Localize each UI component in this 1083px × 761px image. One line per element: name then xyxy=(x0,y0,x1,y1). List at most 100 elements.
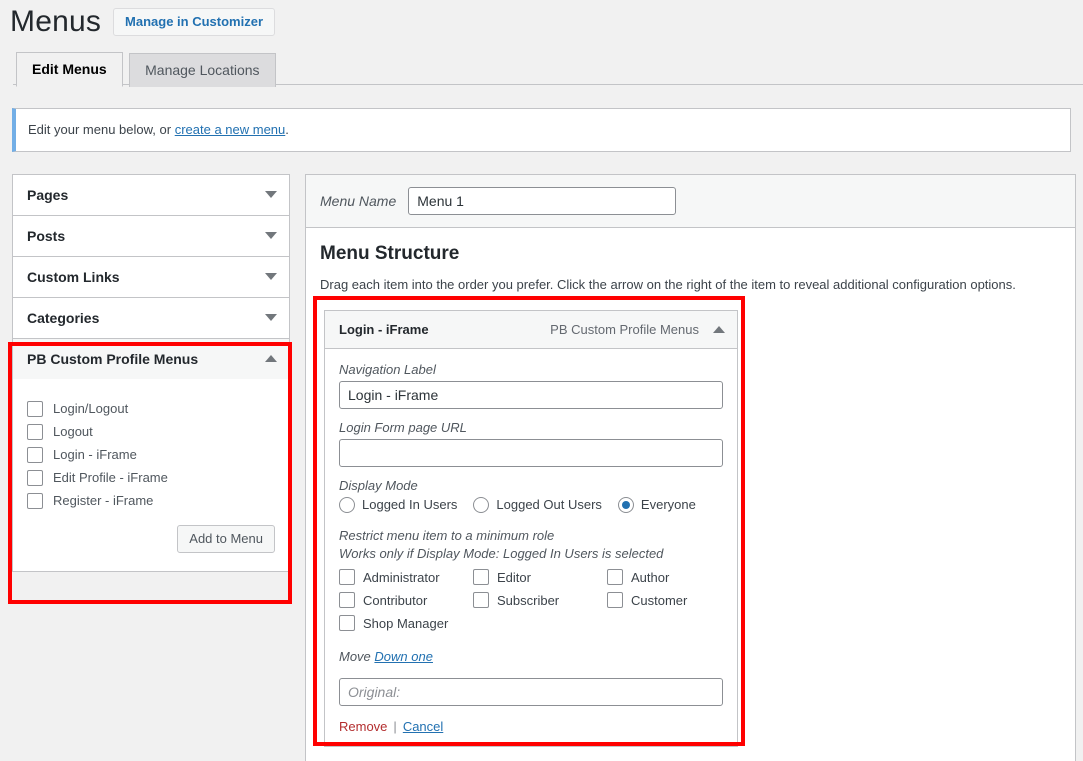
move-row: Move Down one xyxy=(339,649,723,664)
move-down-one-link[interactable]: Down one xyxy=(374,649,433,664)
display-mode-label: Display Mode xyxy=(339,477,418,493)
radio-label: Logged Out Users xyxy=(496,497,602,512)
menu-structure-title: Menu Structure xyxy=(320,242,460,264)
list-item[interactable]: Logout xyxy=(27,423,275,440)
list-item-label: Edit Profile - iFrame xyxy=(53,470,168,485)
accordion-head-pb-custom-profile-menus[interactable]: PB Custom Profile Menus xyxy=(13,338,289,379)
accordion-panel-custom-links: Custom Links xyxy=(12,255,290,297)
restrict-role-hint: Works only if Display Mode: Logged In Us… xyxy=(339,546,664,562)
edit-menu-notice: Edit your menu below, or create a new me… xyxy=(12,108,1071,152)
checkbox-author[interactable] xyxy=(607,569,623,586)
role-label: Shop Manager xyxy=(363,615,449,631)
display-mode-radio-group: Logged In Users Logged Out Users Everyon… xyxy=(339,496,723,513)
checkbox-register-iframe[interactable] xyxy=(27,492,43,509)
login-form-url-label: Login Form page URL xyxy=(339,419,467,435)
tab-edit-menus[interactable]: Edit Menus xyxy=(16,52,123,87)
list-item-label: Logout xyxy=(53,424,93,439)
original-input[interactable] xyxy=(339,678,723,707)
create-new-menu-link[interactable]: create a new menu xyxy=(175,122,286,137)
accordion-head-posts[interactable]: Posts xyxy=(13,215,289,256)
radio-logged-in-users[interactable]: Logged In Users xyxy=(339,496,458,513)
accordion-label-pb-custom-profile-menus: PB Custom Profile Menus xyxy=(27,350,199,367)
menu-name-input[interactable] xyxy=(408,186,677,215)
action-separator: | xyxy=(393,719,397,735)
list-item[interactable]: Login - iFrame xyxy=(27,446,275,463)
login-form-url-input[interactable] xyxy=(339,438,723,467)
role-label: Author xyxy=(631,569,670,585)
accordion-body-pb-custom-profile-menus: Login/Logout Logout Login - iFrame Edit … xyxy=(13,378,289,571)
list-item-label: Register - iFrame xyxy=(53,493,154,508)
checkbox-logout[interactable] xyxy=(27,423,43,440)
list-item[interactable]: Edit Profile - iFrame xyxy=(27,469,275,486)
role-author[interactable]: Author xyxy=(607,569,723,586)
role-label: Customer xyxy=(631,592,688,608)
chevron-down-icon xyxy=(265,273,277,280)
checkbox-editor[interactable] xyxy=(473,569,489,586)
radio-button-selected[interactable] xyxy=(617,496,634,513)
navigation-label-input[interactable] xyxy=(339,380,723,409)
menu-settings-column: Menu Name Menu Structure Drag each item … xyxy=(305,173,1076,761)
accordion-head-custom-links[interactable]: Custom Links xyxy=(13,256,289,297)
page-title: Menus xyxy=(10,5,102,38)
navigation-label-label: Navigation Label xyxy=(339,361,436,377)
tab-manage-locations[interactable]: Manage Locations xyxy=(129,53,276,87)
roles-checkbox-grid: Administrator Editor Author Contributor … xyxy=(339,569,723,638)
role-shop-manager[interactable]: Shop Manager xyxy=(339,615,473,632)
role-editor[interactable]: Editor xyxy=(473,569,607,586)
cancel-link[interactable]: Cancel xyxy=(403,719,443,734)
menu-name-label: Menu Name xyxy=(320,192,397,209)
role-administrator[interactable]: Administrator xyxy=(339,569,473,586)
move-label: Move xyxy=(339,649,371,665)
role-contributor[interactable]: Contributor xyxy=(339,592,473,609)
role-label: Contributor xyxy=(363,592,428,608)
chevron-down-icon xyxy=(265,314,277,321)
accordion-head-categories[interactable]: Categories xyxy=(13,297,289,338)
menu-name-bar: Menu Name xyxy=(306,174,1075,228)
menu-item-header[interactable]: Login - iFrame PB Custom Profile Menus xyxy=(325,310,737,349)
page-header: Menus Manage in Customizer xyxy=(0,0,1083,42)
accordion-label-categories: Categories xyxy=(27,309,100,326)
role-label: Administrator xyxy=(363,569,440,585)
checkbox-shop-manager[interactable] xyxy=(339,615,355,632)
checkbox-login-iframe[interactable] xyxy=(27,446,43,463)
radio-button[interactable] xyxy=(473,496,490,513)
remove-link[interactable]: Remove xyxy=(339,719,387,734)
radio-everyone[interactable]: Everyone xyxy=(617,496,696,513)
restrict-role-label: Restrict menu item to a minimum role xyxy=(339,527,555,543)
radio-button[interactable] xyxy=(339,496,355,513)
accordion-label-custom-links: Custom Links xyxy=(27,268,120,285)
checkbox-contributor[interactable] xyxy=(339,592,355,609)
add-menu-items-column: Pages Posts Custom Links Categories PB C… xyxy=(12,173,290,572)
menu-item-title: Login - iFrame xyxy=(339,321,429,337)
notice-text-before: Edit your menu below, or xyxy=(28,122,175,137)
menu-item-body: Navigation Label Login Form page URL Dis… xyxy=(325,349,737,747)
checkbox-edit-profile-iframe[interactable] xyxy=(27,469,43,486)
chevron-up-icon xyxy=(265,355,277,362)
menu-structure-section: Menu Structure Drag each item into the o… xyxy=(306,228,1075,748)
radio-logged-out-users[interactable]: Logged Out Users xyxy=(473,496,602,513)
add-to-menu-button[interactable]: Add to Menu xyxy=(177,524,275,553)
menu-item-login-iframe: Login - iFrame PB Custom Profile Menus N… xyxy=(324,309,738,748)
checkbox-administrator[interactable] xyxy=(339,569,355,586)
tab-bar: Edit Menus Manage Locations xyxy=(13,51,1083,87)
accordion-label-pages: Pages xyxy=(27,186,69,203)
list-item-label: Login/Logout xyxy=(53,401,129,416)
list-item[interactable]: Register - iFrame xyxy=(27,492,275,509)
accordion-panel-pb-custom-profile-menus: PB Custom Profile Menus Login/Logout Log… xyxy=(12,337,290,572)
accordion-head-pages[interactable]: Pages xyxy=(13,174,289,215)
role-label: Editor xyxy=(497,569,531,585)
checkbox-customer[interactable] xyxy=(607,592,623,609)
chevron-up-icon[interactable] xyxy=(713,325,725,333)
checkbox-login-logout[interactable] xyxy=(27,400,43,417)
menus-layout: Pages Posts Custom Links Categories PB C… xyxy=(12,173,1083,761)
role-subscriber[interactable]: Subscriber xyxy=(473,592,607,609)
menu-item-header-right: PB Custom Profile Menus xyxy=(550,322,725,337)
accordion-label-posts: Posts xyxy=(27,227,66,244)
role-customer[interactable]: Customer xyxy=(607,592,723,609)
manage-in-customizer-button[interactable]: Manage in Customizer xyxy=(113,8,276,36)
checkbox-subscriber[interactable] xyxy=(473,592,489,609)
list-item[interactable]: Login/Logout xyxy=(27,400,275,417)
menu-structure-description: Drag each item into the order you prefer… xyxy=(320,276,1016,292)
radio-label: Everyone xyxy=(640,497,696,512)
radio-label: Logged In Users xyxy=(362,497,458,512)
